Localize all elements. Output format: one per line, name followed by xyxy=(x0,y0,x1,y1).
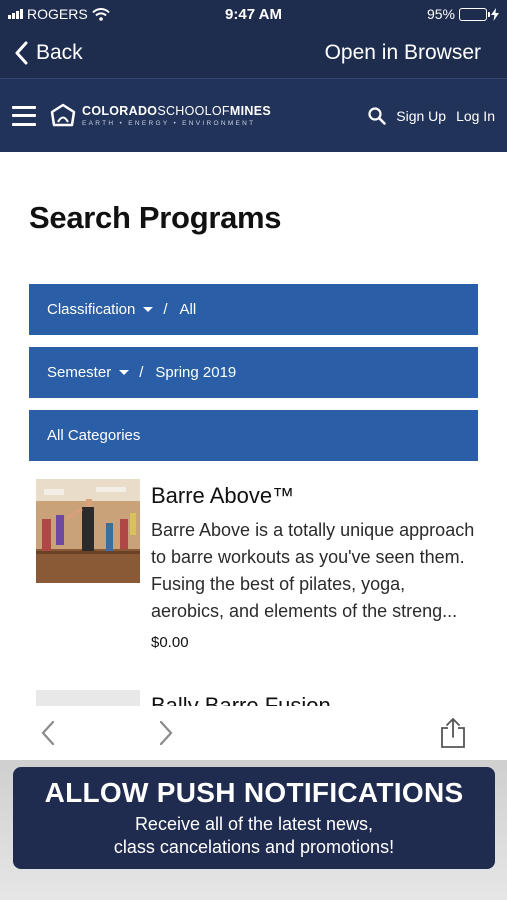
caret-down-icon xyxy=(119,370,130,375)
banner-line: Receive all of the latest news, xyxy=(134,814,374,834)
filter-label: Semester xyxy=(47,364,112,381)
push-notification-banner[interactable]: ALLOW PUSH NOTIFICATIONS Receive all of … xyxy=(13,767,495,869)
status-right: 95% xyxy=(427,6,499,22)
semester-filter[interactable]: Semester / Spring 2019 xyxy=(29,347,478,398)
main-content: Search Programs Classification / All Sem… xyxy=(0,200,507,651)
header-actions: Sign Up Log In xyxy=(368,106,495,125)
program-thumbnail[interactable] xyxy=(36,690,140,706)
program-info: Barre Above™ Barre Above is a totally un… xyxy=(151,479,481,651)
hamburger-menu-icon[interactable] xyxy=(12,105,36,126)
mines-logo-icon xyxy=(50,103,76,126)
banner-subtitle: Receive all of the latest news, class ca… xyxy=(13,813,495,859)
program-price: $0.00 xyxy=(151,634,189,651)
sign-up-link[interactable]: Sign Up xyxy=(396,108,446,124)
back-arrow-icon[interactable] xyxy=(40,720,56,746)
filter-value: All xyxy=(179,301,197,318)
classification-filter[interactable]: Classification / All xyxy=(29,284,478,335)
program-title[interactable]: Bally Barre Fusion xyxy=(151,692,331,706)
program-photo xyxy=(36,479,140,583)
logo-name: COLORADOSCHOOLOFMINES xyxy=(82,104,271,118)
banner-line: class cancelations and promotions! xyxy=(113,837,395,857)
search-icon[interactable] xyxy=(368,106,386,125)
filter-separator: / xyxy=(139,364,144,381)
program-title[interactable]: Barre Above™ xyxy=(151,483,481,509)
back-label: Back xyxy=(36,41,83,64)
charging-bolt-icon xyxy=(491,7,499,21)
signal-icon xyxy=(8,9,23,19)
open-in-browser-button[interactable]: Open in Browser xyxy=(325,41,481,65)
wifi-icon xyxy=(91,7,110,21)
school-logo[interactable]: COLORADOSCHOOLOFMINES EARTH • ENERGY • E… xyxy=(50,103,271,129)
browser-toolbar xyxy=(0,706,507,760)
page-title: Search Programs xyxy=(29,200,282,235)
filter-value: Spring 2019 xyxy=(155,364,237,381)
site-header: COLORADOSCHOOLOFMINES EARTH • ENERGY • E… xyxy=(0,78,507,152)
banner-title: ALLOW PUSH NOTIFICATIONS xyxy=(44,777,464,808)
battery-percent: 95% xyxy=(426,6,455,22)
battery-icon xyxy=(459,7,490,21)
back-button[interactable]: Back xyxy=(14,41,83,65)
program-thumbnail[interactable] xyxy=(36,479,140,583)
caret-down-icon xyxy=(143,307,154,312)
browser-nav-bar: Back Open in Browser xyxy=(0,28,507,78)
filter-label: Classification xyxy=(47,301,136,318)
filter-separator: / xyxy=(163,301,168,318)
categories-filter[interactable]: All Categories xyxy=(29,410,478,461)
filter-label: All Categories xyxy=(47,427,141,444)
program-description: Barre Above is a totally unique approach… xyxy=(151,520,475,621)
log-in-link[interactable]: Log In xyxy=(456,108,495,124)
status-left: ROGERS xyxy=(8,6,110,22)
carrier-label: ROGERS xyxy=(27,6,88,22)
logo-text: COLORADOSCHOOLOFMINES EARTH • ENERGY • E… xyxy=(82,104,271,127)
program-item: Barre Above™ Barre Above is a totally un… xyxy=(29,479,478,651)
status-bar: ROGERS 9:47 AM 95% xyxy=(0,0,507,28)
logo-tagline: EARTH • ENERGY • ENVIRONMENT xyxy=(82,120,256,127)
top-bar: ROGERS 9:47 AM 95% Back Open in Browser xyxy=(0,0,507,78)
share-icon[interactable] xyxy=(439,717,467,749)
forward-arrow-icon[interactable] xyxy=(158,720,174,746)
chevron-left-icon xyxy=(15,41,28,65)
